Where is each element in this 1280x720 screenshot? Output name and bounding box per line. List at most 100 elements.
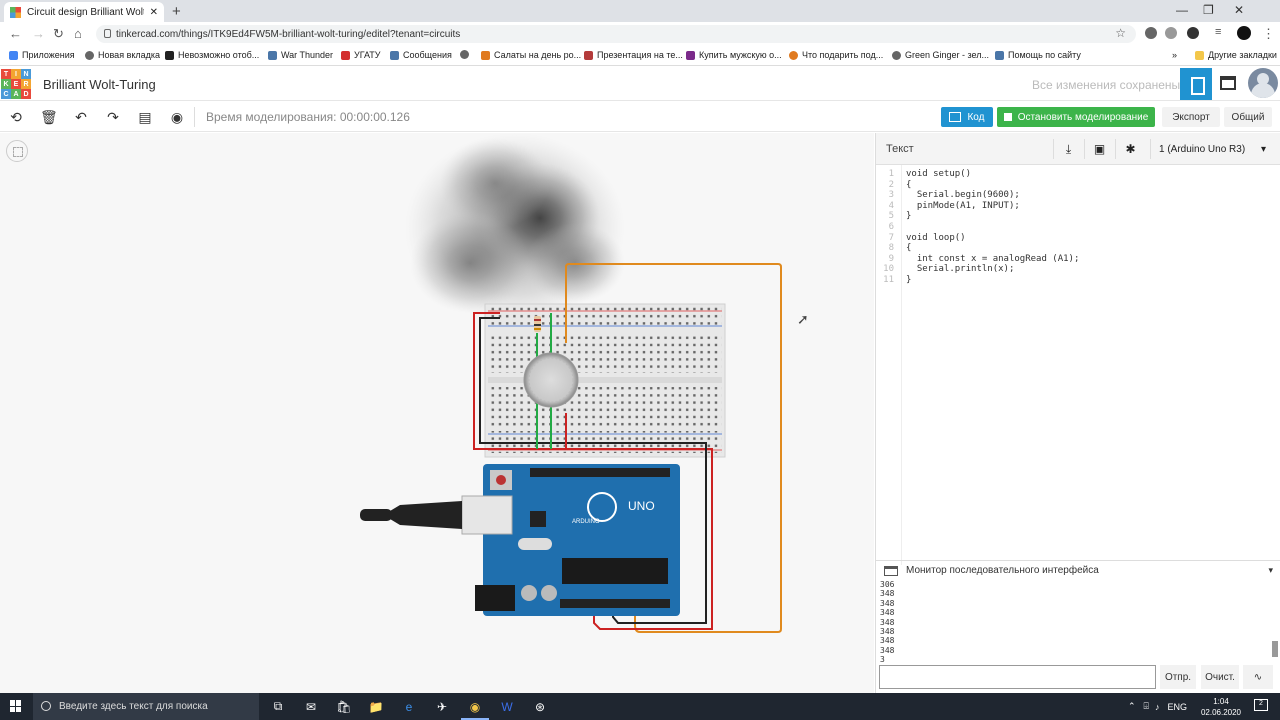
chevron-down-icon[interactable]: ▾ xyxy=(1268,565,1273,576)
circuit-canvas[interactable]: UNO ARDUINO ➚ xyxy=(0,133,874,693)
volume-icon[interactable]: ♪ xyxy=(1155,702,1160,712)
delete-icon[interactable]: 🗑 xyxy=(40,109,58,125)
bookmark-item[interactable]: Салаты на день ро... xyxy=(481,50,581,60)
library-icon[interactable]: ▣ xyxy=(1084,139,1114,159)
serial-scrollbar[interactable] xyxy=(1272,585,1278,657)
toolbar-divider xyxy=(194,107,195,127)
close-tab-icon[interactable]: ✕ xyxy=(150,7,158,18)
extension-icon[interactable] xyxy=(1145,27,1157,39)
app-icon[interactable]: ⊛ xyxy=(530,697,550,716)
avatar[interactable] xyxy=(1248,68,1278,98)
notifications-icon[interactable]: 2 xyxy=(1254,699,1268,711)
bookmark-item[interactable]: Что подарить под... xyxy=(789,50,883,60)
taskbar-search[interactable]: Введите здесь текст для поиска xyxy=(33,693,259,720)
bookmark-icon xyxy=(481,50,490,60)
tray-expand-icon[interactable]: ⌃ xyxy=(1128,701,1136,712)
back-icon[interactable]: ← xyxy=(9,26,22,41)
serial-monitor-header[interactable]: Монитор последовательного интерфейса ▾ xyxy=(876,560,1280,580)
code-line[interactable]: 1 void setup() xyxy=(876,169,1280,180)
serial-input[interactable] xyxy=(879,665,1156,689)
eye-icon[interactable]: ◉ xyxy=(169,109,185,125)
bookmark-star-icon[interactable]: ☆ xyxy=(1115,26,1126,40)
apps-grid-icon xyxy=(9,50,18,60)
graph-icon[interactable]: ∿ xyxy=(1243,665,1273,689)
code-line[interactable]: 2{ xyxy=(876,180,1280,191)
profile-icon[interactable] xyxy=(1237,26,1251,40)
edge-icon[interactable]: e xyxy=(399,697,419,716)
url-text: tinkercad.com/things/ITK9Ed4FW5M-brillia… xyxy=(116,28,461,40)
folder-icon xyxy=(1195,50,1204,60)
file-explorer-icon[interactable]: 📁 xyxy=(366,697,386,716)
code-line[interactable]: 4 pinMode(A1, INPUT); xyxy=(876,201,1280,212)
circuit-view-icon[interactable] xyxy=(1180,68,1212,100)
task-view-icon[interactable]: ⧉ xyxy=(268,697,288,716)
language-indicator[interactable]: ENG xyxy=(1167,702,1187,712)
debug-bug-icon[interactable]: ✱ xyxy=(1115,139,1145,159)
bookmark-item[interactable]: Green Ginger - зел... xyxy=(892,50,989,60)
code-line[interactable]: 7 void loop() xyxy=(876,233,1280,244)
bookmark-apps[interactable]: Приложения xyxy=(9,50,75,60)
forward-icon[interactable]: → xyxy=(32,26,45,41)
game-icon[interactable]: ✈ xyxy=(432,697,452,716)
arduino-uno[interactable]: UNO ARDUINO xyxy=(475,464,680,616)
menu-kebab-icon[interactable]: ⋮ xyxy=(1262,26,1275,42)
browser-tab[interactable]: Circuit design Brilliant Wolt-Turing ✕ xyxy=(4,2,164,22)
mail-icon[interactable]: ✉ xyxy=(301,697,321,716)
new-tab-icon[interactable]: + xyxy=(172,3,181,20)
bookmark-item[interactable] xyxy=(460,50,469,59)
redo-icon[interactable]: ↷ xyxy=(105,109,121,125)
stop-simulation-button[interactable]: Остановить моделирование xyxy=(997,107,1155,127)
home-icon[interactable]: ⌂ xyxy=(74,26,82,41)
store-icon[interactable]: 🛍 xyxy=(334,697,354,716)
address-bar[interactable]: tinkercad.com/things/ITK9Ed4FW5M-brillia… xyxy=(96,25,1136,43)
code-editor[interactable]: 1 void setup() 2{3 Serial.begin(9600); 4 pi… xyxy=(876,169,1280,559)
word-icon[interactable]: W xyxy=(497,697,517,716)
code-line[interactable]: 9 int const x = analogRead (A1); xyxy=(876,254,1280,265)
reload-icon[interactable]: ↻ xyxy=(53,26,64,42)
code-line[interactable]: 11} xyxy=(876,275,1280,286)
close-window-icon[interactable]: ✕ xyxy=(1234,3,1244,17)
code-line[interactable]: 5} xyxy=(876,211,1280,222)
bookmark-item[interactable]: Сообщения xyxy=(390,50,452,60)
share-button[interactable]: Общий xyxy=(1224,107,1272,127)
minimize-icon[interactable]: — xyxy=(1176,3,1188,17)
rotate-icon[interactable]: ⟲ xyxy=(8,109,24,125)
playlist-icon[interactable]: ≡ xyxy=(1215,26,1221,38)
code-line[interactable]: 6 xyxy=(876,222,1280,233)
bookmark-item[interactable]: War Thunder xyxy=(268,50,333,60)
bookmark-item[interactable]: УГАТУ xyxy=(341,50,381,60)
board-select[interactable]: 1 (Arduino Uno R3) ▾ xyxy=(1150,139,1274,159)
more-bookmarks-icon[interactable]: » xyxy=(1172,50,1177,60)
export-button[interactable]: Экспорт xyxy=(1162,107,1220,127)
clock[interactable]: 1:04 02.06.2020 xyxy=(1200,696,1242,718)
tinkercad-logo[interactable]: TINKERCAD xyxy=(1,69,31,99)
undo-icon[interactable]: ↶ xyxy=(73,109,89,125)
other-bookmarks[interactable]: Другие закладки xyxy=(1195,50,1277,60)
extension-icon[interactable] xyxy=(1187,27,1199,39)
bookmark-item[interactable]: Помощь по сайту xyxy=(995,50,1081,60)
chrome-icon[interactable]: ◉ xyxy=(461,697,489,720)
notes-icon[interactable]: ▤ xyxy=(137,109,153,125)
code-line[interactable]: 8{ xyxy=(876,243,1280,254)
code-line[interactable]: 3 Serial.begin(9600); xyxy=(876,190,1280,201)
download-icon[interactable]: ⤓ xyxy=(1053,139,1083,159)
component-list-icon[interactable] xyxy=(1220,76,1236,90)
bookmark-item[interactable]: Невозможно отоб... xyxy=(165,50,259,60)
maximize-icon[interactable]: ❐ xyxy=(1203,3,1214,17)
design-title[interactable]: Brilliant Wolt-Turing xyxy=(43,77,156,92)
serial-line: 306 xyxy=(880,580,895,589)
windows-start-icon[interactable] xyxy=(10,700,22,712)
bookmark-item[interactable]: Купить мужскую о... xyxy=(686,50,782,60)
globe-extension-icon[interactable] xyxy=(1165,27,1177,39)
code-button[interactable]: Код xyxy=(941,107,993,127)
code-mode-select[interactable]: Текст xyxy=(886,143,914,155)
bookmark-item[interactable]: Новая вкладка xyxy=(85,50,160,60)
code-line[interactable]: 10 Serial.println(x); xyxy=(876,264,1280,275)
clear-button[interactable]: Очист. xyxy=(1201,665,1239,689)
send-button[interactable]: Отпр. xyxy=(1160,665,1196,689)
gas-sensor[interactable] xyxy=(523,352,579,408)
bookmark-item[interactable]: Презентация на те... xyxy=(584,50,683,60)
breadboard[interactable] xyxy=(484,303,726,458)
resistor[interactable] xyxy=(534,316,541,332)
network-icon[interactable]: ⌹ xyxy=(1144,701,1149,712)
